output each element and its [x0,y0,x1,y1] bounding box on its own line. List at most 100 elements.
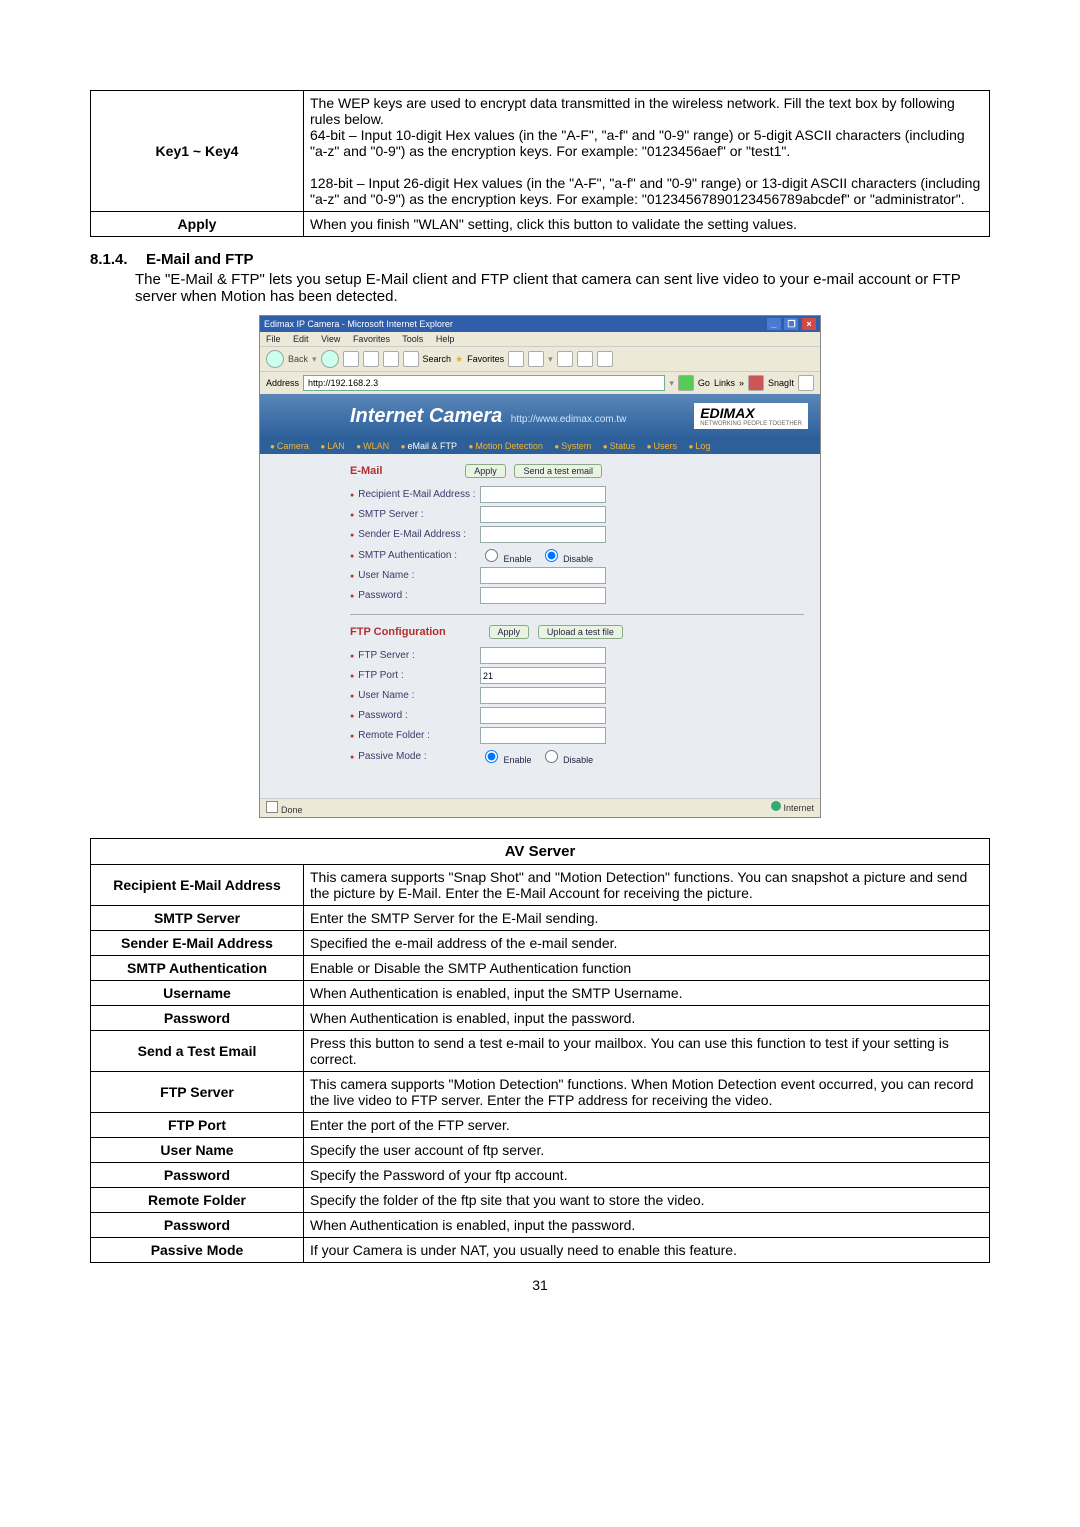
window-title: Edimax IP Camera - Microsoft Internet Ex… [264,319,453,329]
av-server-table: AV Server Recipient E-Mail Address This c… [90,838,990,1263]
row-label: Password [91,1213,304,1238]
tab-email-ftp[interactable]: eMail & FTP [401,441,457,451]
banner-url: http://www.edimax.com.tw [511,414,627,425]
edit-icon[interactable] [577,351,593,367]
table-row: SMTP ServerEnter the SMTP Server for the… [91,906,990,931]
section-heading: 8.1.4. E-Mail and FTP [90,251,990,269]
history-icon[interactable] [508,351,524,367]
row-label: SMTP Server [91,906,304,931]
auth-enable-radio[interactable] [485,549,498,562]
status-bar: Done Internet [260,798,820,817]
section-number: 8.1.4. [90,251,128,268]
address-label: Address [266,378,299,388]
refresh-icon[interactable] [363,351,379,367]
ftp-passive-label: Passive Mode : [350,751,480,762]
snagit-capture-icon[interactable] [798,375,814,391]
tab-camera[interactable]: Camera [270,441,309,451]
menu-view[interactable]: View [321,334,340,344]
ftp-apply-button[interactable]: Apply [489,625,530,639]
smtp-input[interactable] [480,506,606,523]
row-label: Apply [91,212,304,237]
passive-disable-radio[interactable] [545,750,558,763]
page-content: E-Mail Apply Send a test email Recipient… [260,454,820,798]
close-icon[interactable]: × [802,318,816,330]
ftp-folder-label: Remote Folder : [350,730,480,741]
back-icon[interactable] [266,350,284,368]
wep-keys-table: Key1 ~ Key4 The WEP keys are used to enc… [90,90,990,237]
address-bar: Address ▾ Go Links » SnagIt [260,371,820,394]
favorites-label[interactable]: Favorites [467,354,504,364]
table-row: FTP ServerThis camera supports "Motion D… [91,1072,990,1113]
row-text: This camera supports "Motion Detection" … [304,1072,990,1113]
upload-test-file-button[interactable]: Upload a test file [538,625,623,639]
maximize-icon[interactable]: ❐ [784,318,798,330]
passive-enable-radio[interactable] [485,750,498,763]
row-text: Specify the user account of ftp server. [304,1138,990,1163]
menu-tools[interactable]: Tools [402,334,423,344]
table-row: PasswordWhen Authentication is enabled, … [91,1213,990,1238]
ftp-server-input[interactable] [480,647,606,664]
row-text: Specify the folder of the ftp site that … [304,1188,990,1213]
address-input[interactable] [303,375,665,391]
go-label[interactable]: Go [698,378,710,388]
page-tabs: Camera LAN WLAN eMail & FTP Motion Detec… [260,438,820,454]
search-icon[interactable] [403,351,419,367]
row-label: Recipient E-Mail Address [91,865,304,906]
recipient-input[interactable] [480,486,606,503]
mail-icon[interactable] [528,351,544,367]
table-row: Passive ModeIf your Camera is under NAT,… [91,1238,990,1263]
user-input[interactable] [480,567,606,584]
snagit-label[interactable]: SnagIt [768,378,794,388]
tab-status[interactable]: Status [603,441,635,451]
pass-input[interactable] [480,587,606,604]
minimize-icon[interactable]: _ [767,318,781,330]
menu-edit[interactable]: Edit [293,334,309,344]
row-text: When Authentication is enabled, input th… [304,1213,990,1238]
sender-label: Sender E-Mail Address : [350,529,480,540]
internet-zone-icon [771,801,781,811]
section-body: The "E-Mail & FTP" lets you setup E-Mail… [135,271,990,305]
row-text: Specify the Password of your ftp account… [304,1163,990,1188]
links-label[interactable]: Links [714,378,735,388]
page-number: 31 [90,1277,990,1293]
row-text: Enter the SMTP Server for the E-Mail sen… [304,906,990,931]
browser-screenshot: Edimax IP Camera - Microsoft Internet Ex… [259,315,821,818]
forward-icon[interactable] [321,350,339,368]
row-label: Password [91,1163,304,1188]
pass-label: Password : [350,590,480,601]
print-icon[interactable] [557,351,573,367]
tab-system[interactable]: System [554,441,591,451]
row-label: Key1 ~ Key4 [91,91,304,212]
row-label: Send a Test Email [91,1031,304,1072]
ftp-pass-input[interactable] [480,707,606,724]
sender-input[interactable] [480,526,606,543]
ftp-user-input[interactable] [480,687,606,704]
tab-log[interactable]: Log [689,441,711,451]
email-apply-button[interactable]: Apply [465,464,506,478]
stop-icon[interactable] [343,351,359,367]
menu-favorites[interactable]: Favorites [353,334,390,344]
send-test-email-button[interactable]: Send a test email [514,464,602,478]
go-icon[interactable] [678,375,694,391]
table-row: Sender E-Mail AddressSpecified the e-mai… [91,931,990,956]
table-row: SMTP AuthenticationEnable or Disable the… [91,956,990,981]
menu-file[interactable]: File [266,334,281,344]
av-table-header: AV Server [91,839,990,865]
table-row: PasswordSpecify the Password of your ftp… [91,1163,990,1188]
row-text: Enter the port of the FTP server. [304,1113,990,1138]
table-row: Remote FolderSpecify the folder of the f… [91,1188,990,1213]
tab-users[interactable]: Users [647,441,677,451]
discuss-icon[interactable] [597,351,613,367]
tab-wlan[interactable]: WLAN [356,441,389,451]
tab-motion[interactable]: Motion Detection [469,441,543,451]
auth-disable-radio[interactable] [545,549,558,562]
snagit-icon[interactable] [748,375,764,391]
ftp-port-input[interactable] [480,667,606,684]
menu-help[interactable]: Help [436,334,455,344]
ftp-folder-input[interactable] [480,727,606,744]
tab-lan[interactable]: LAN [320,441,344,451]
table-row: Send a Test EmailPress this button to se… [91,1031,990,1072]
home-icon[interactable] [383,351,399,367]
search-label[interactable]: Search [423,354,452,364]
row-text: If your Camera is under NAT, you usually… [304,1238,990,1263]
